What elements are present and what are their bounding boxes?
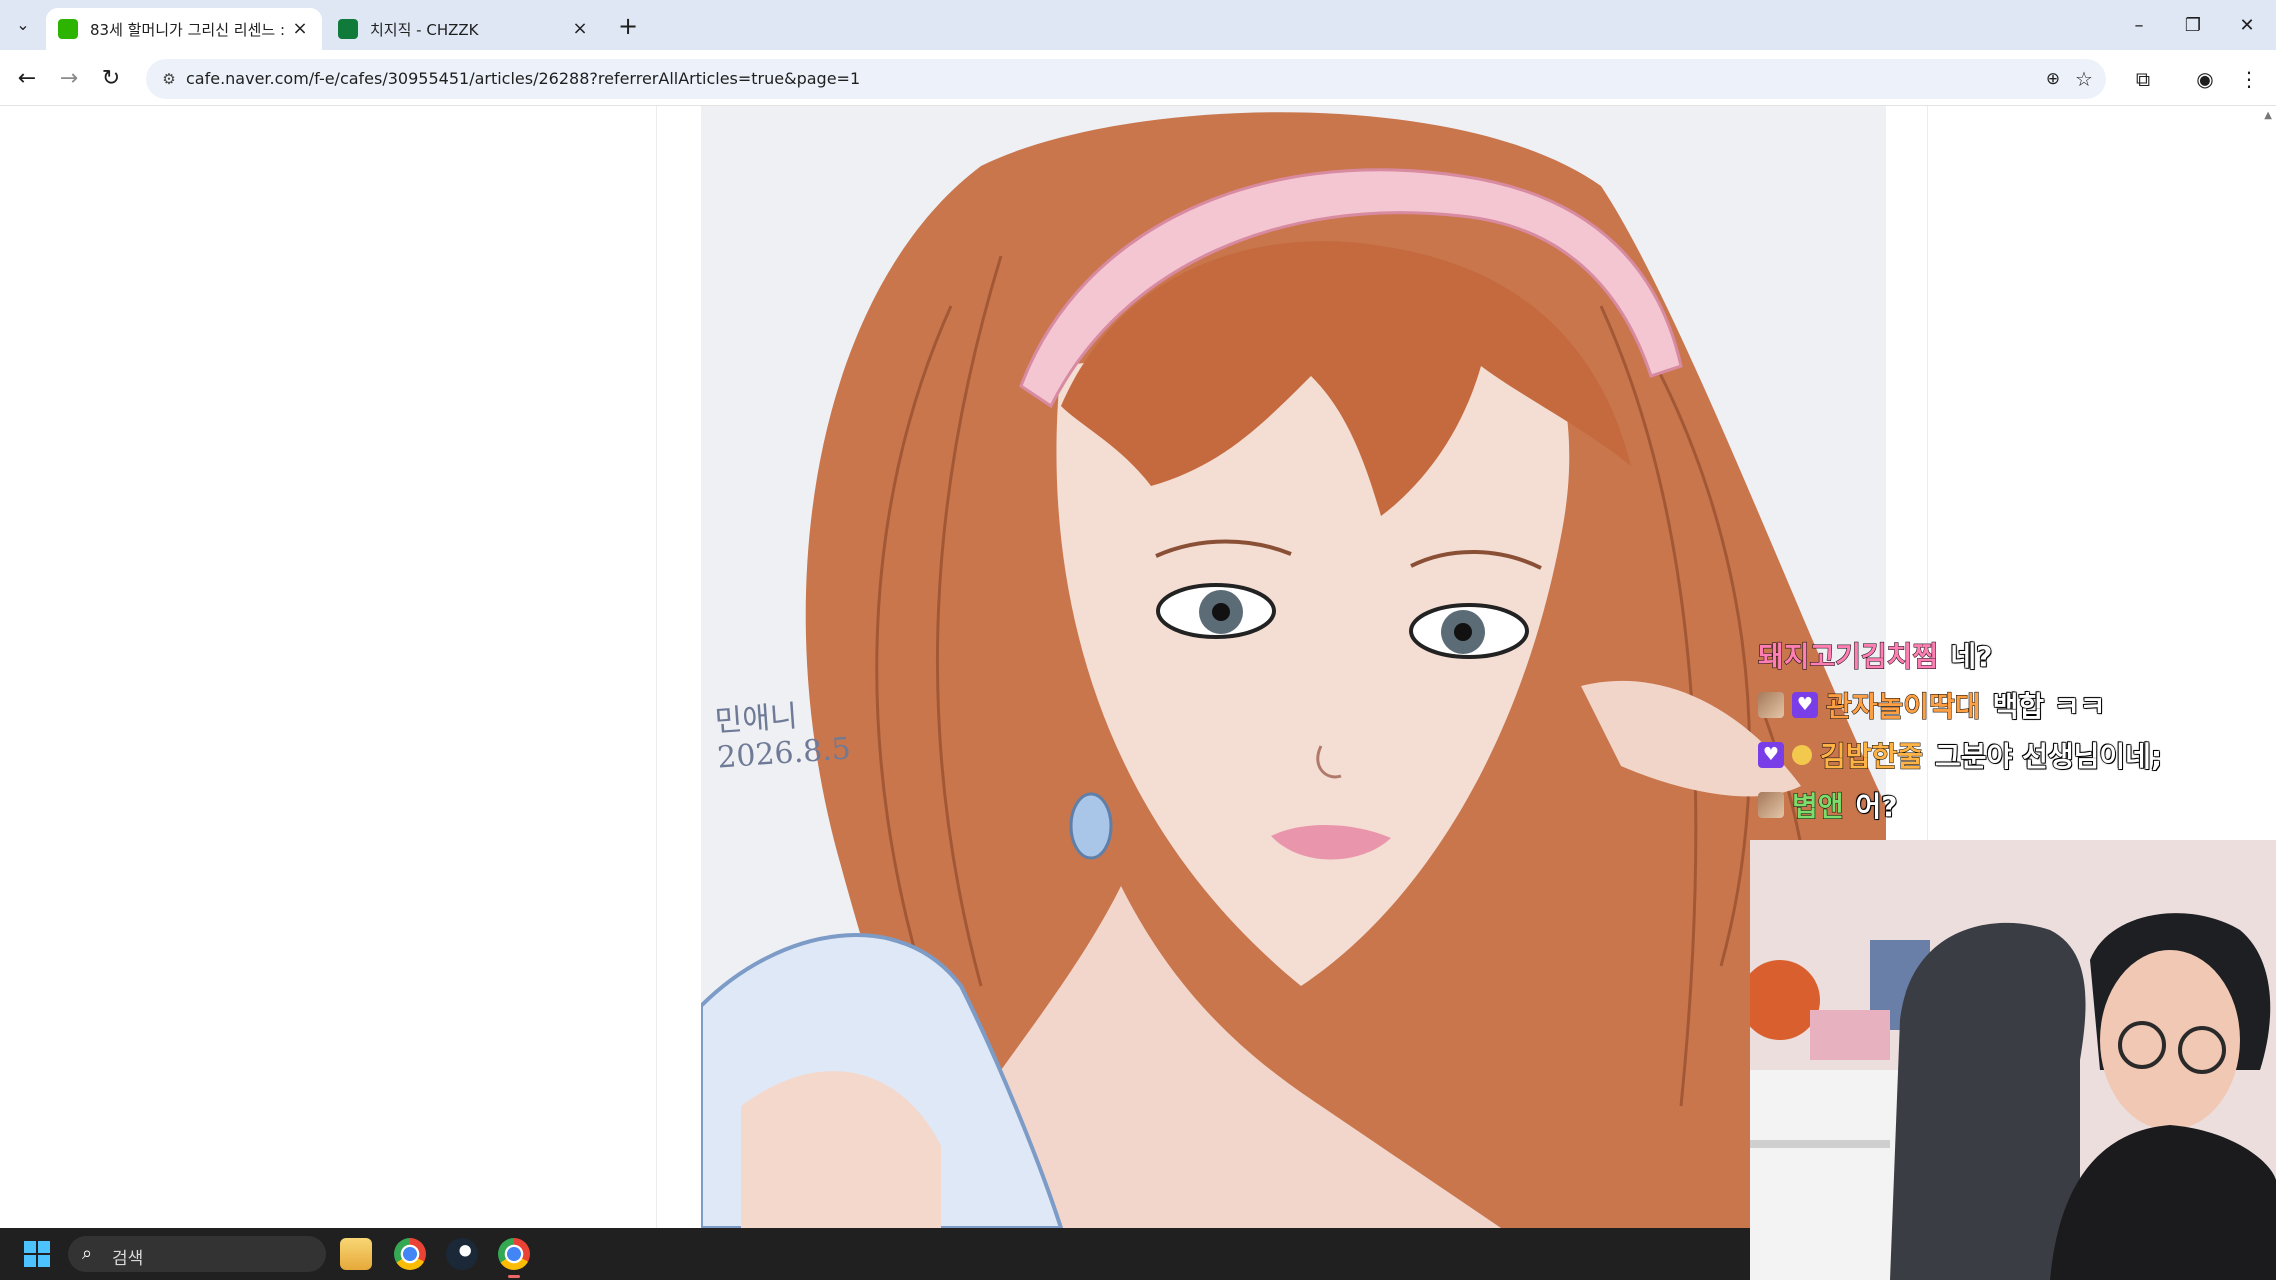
chrome-icon[interactable] — [394, 1238, 426, 1270]
naver-cafe-icon — [58, 19, 78, 39]
windows-taskbar: ⌕ 검색 — [0, 1228, 1750, 1280]
browser-tab-strip: ⌄ 83세 할머니가 그리신 리센느 : × 치지직 - CHZZK × + –… — [0, 0, 2276, 50]
scroll-up-arrow-icon[interactable]: ▲ — [2264, 110, 2272, 121]
chat-text: 그분야 선생님이네; — [1934, 739, 2163, 774]
tab-title: 치지직 - CHZZK — [370, 20, 479, 39]
star-badge-icon — [1792, 745, 1812, 765]
extensions-icon[interactable]: ⧉ — [2128, 64, 2158, 94]
chat-message: 볍앤 어? — [1758, 780, 2276, 830]
streamer-webcam — [1750, 840, 2276, 1280]
profile-icon[interactable]: ◉ — [2190, 64, 2220, 94]
address-bar[interactable]: ⚙ cafe.naver.com/f-e/cafes/30955451/arti… — [146, 59, 2106, 99]
steam-icon[interactable] — [446, 1238, 478, 1270]
image-badge-icon — [1758, 792, 1784, 818]
search-icon: ⌕ — [82, 1243, 93, 1264]
article-image — [701, 106, 1886, 1228]
chzzk-icon — [338, 19, 358, 39]
screen: ⌄ 83세 할머니가 그리신 리센느 : × 치지직 - CHZZK × + –… — [0, 0, 2276, 1280]
file-explorer-icon[interactable] — [340, 1238, 372, 1270]
close-tab-icon[interactable]: × — [570, 19, 590, 39]
chevron-down-icon[interactable]: ⌄ — [10, 12, 36, 38]
plus-icon[interactable]: + — [614, 12, 642, 40]
chat-username: 관자놀이딱대 — [1826, 690, 1982, 724]
restore-icon[interactable]: ❐ — [2178, 12, 2208, 40]
chat-message: 돼지고기김치찜 네? — [1757, 630, 2276, 680]
chat-text: 네? — [1950, 639, 1994, 674]
forward-arrow-icon[interactable]: → — [54, 64, 84, 94]
chat-username: 돼지고기김치찜 — [1757, 640, 1939, 674]
browser-toolbar: ← → ↻ ⚙ cafe.naver.com/f-e/cafes/3095545… — [0, 50, 2276, 106]
tab-chzzk[interactable]: 치지직 - CHZZK × — [326, 8, 602, 50]
url-text[interactable]: cafe.naver.com/f-e/cafes/30955451/articl… — [186, 69, 860, 88]
chat-message: ♥ 관자놀이딱대 백합 ㅋㅋ — [1758, 680, 2276, 730]
chat-overlay: 돼지고기김치찜 네? ♥ 관자놀이딱대 백합 ㅋㅋ ♥ 김밥한줄 그분야 선생님… — [1757, 630, 2276, 830]
windows-start-icon[interactable] — [24, 1241, 50, 1267]
back-arrow-icon[interactable]: ← — [12, 64, 42, 94]
minimize-icon[interactable]: – — [2124, 12, 2154, 40]
chat-username: 김밥한줄 — [1819, 740, 1924, 774]
zoom-icon[interactable]: ⊕ — [2042, 68, 2064, 90]
chat-text: 백합 ㅋㅋ — [1992, 689, 2106, 724]
chat-text: 어? — [1855, 789, 1899, 824]
kebab-menu-icon[interactable]: ⋮ — [2234, 64, 2264, 94]
tab-title: 83세 할머니가 그리신 리센느 : — [90, 20, 286, 39]
chat-message: ♥ 김밥한줄 그분야 선생님이네; — [1758, 730, 2276, 780]
chat-username: 볍앤 — [1792, 790, 1845, 824]
portrait-drawing — [701, 106, 1886, 1228]
heart-badge-icon: ♥ — [1758, 742, 1784, 768]
webcam-feed — [1750, 840, 2276, 1280]
artist-signature: 민애니 2026.8.5 — [714, 695, 852, 776]
tab-naver-cafe[interactable]: 83세 할머니가 그리신 리센느 : × — [46, 8, 322, 50]
close-icon[interactable]: ✕ — [2232, 12, 2262, 40]
bookmark-star-icon[interactable]: ☆ — [2072, 67, 2096, 91]
search-placeholder: 검색 — [112, 1249, 144, 1269]
reload-icon[interactable]: ↻ — [96, 64, 126, 94]
site-settings-icon[interactable]: ⚙ — [158, 69, 180, 89]
taskbar-search[interactable]: ⌕ 검색 — [68, 1236, 326, 1272]
heart-badge-icon: ♥ — [1792, 692, 1818, 718]
close-tab-icon[interactable]: × — [290, 19, 310, 39]
image-badge-icon — [1758, 692, 1784, 718]
chrome-active-icon[interactable] — [498, 1238, 530, 1278]
